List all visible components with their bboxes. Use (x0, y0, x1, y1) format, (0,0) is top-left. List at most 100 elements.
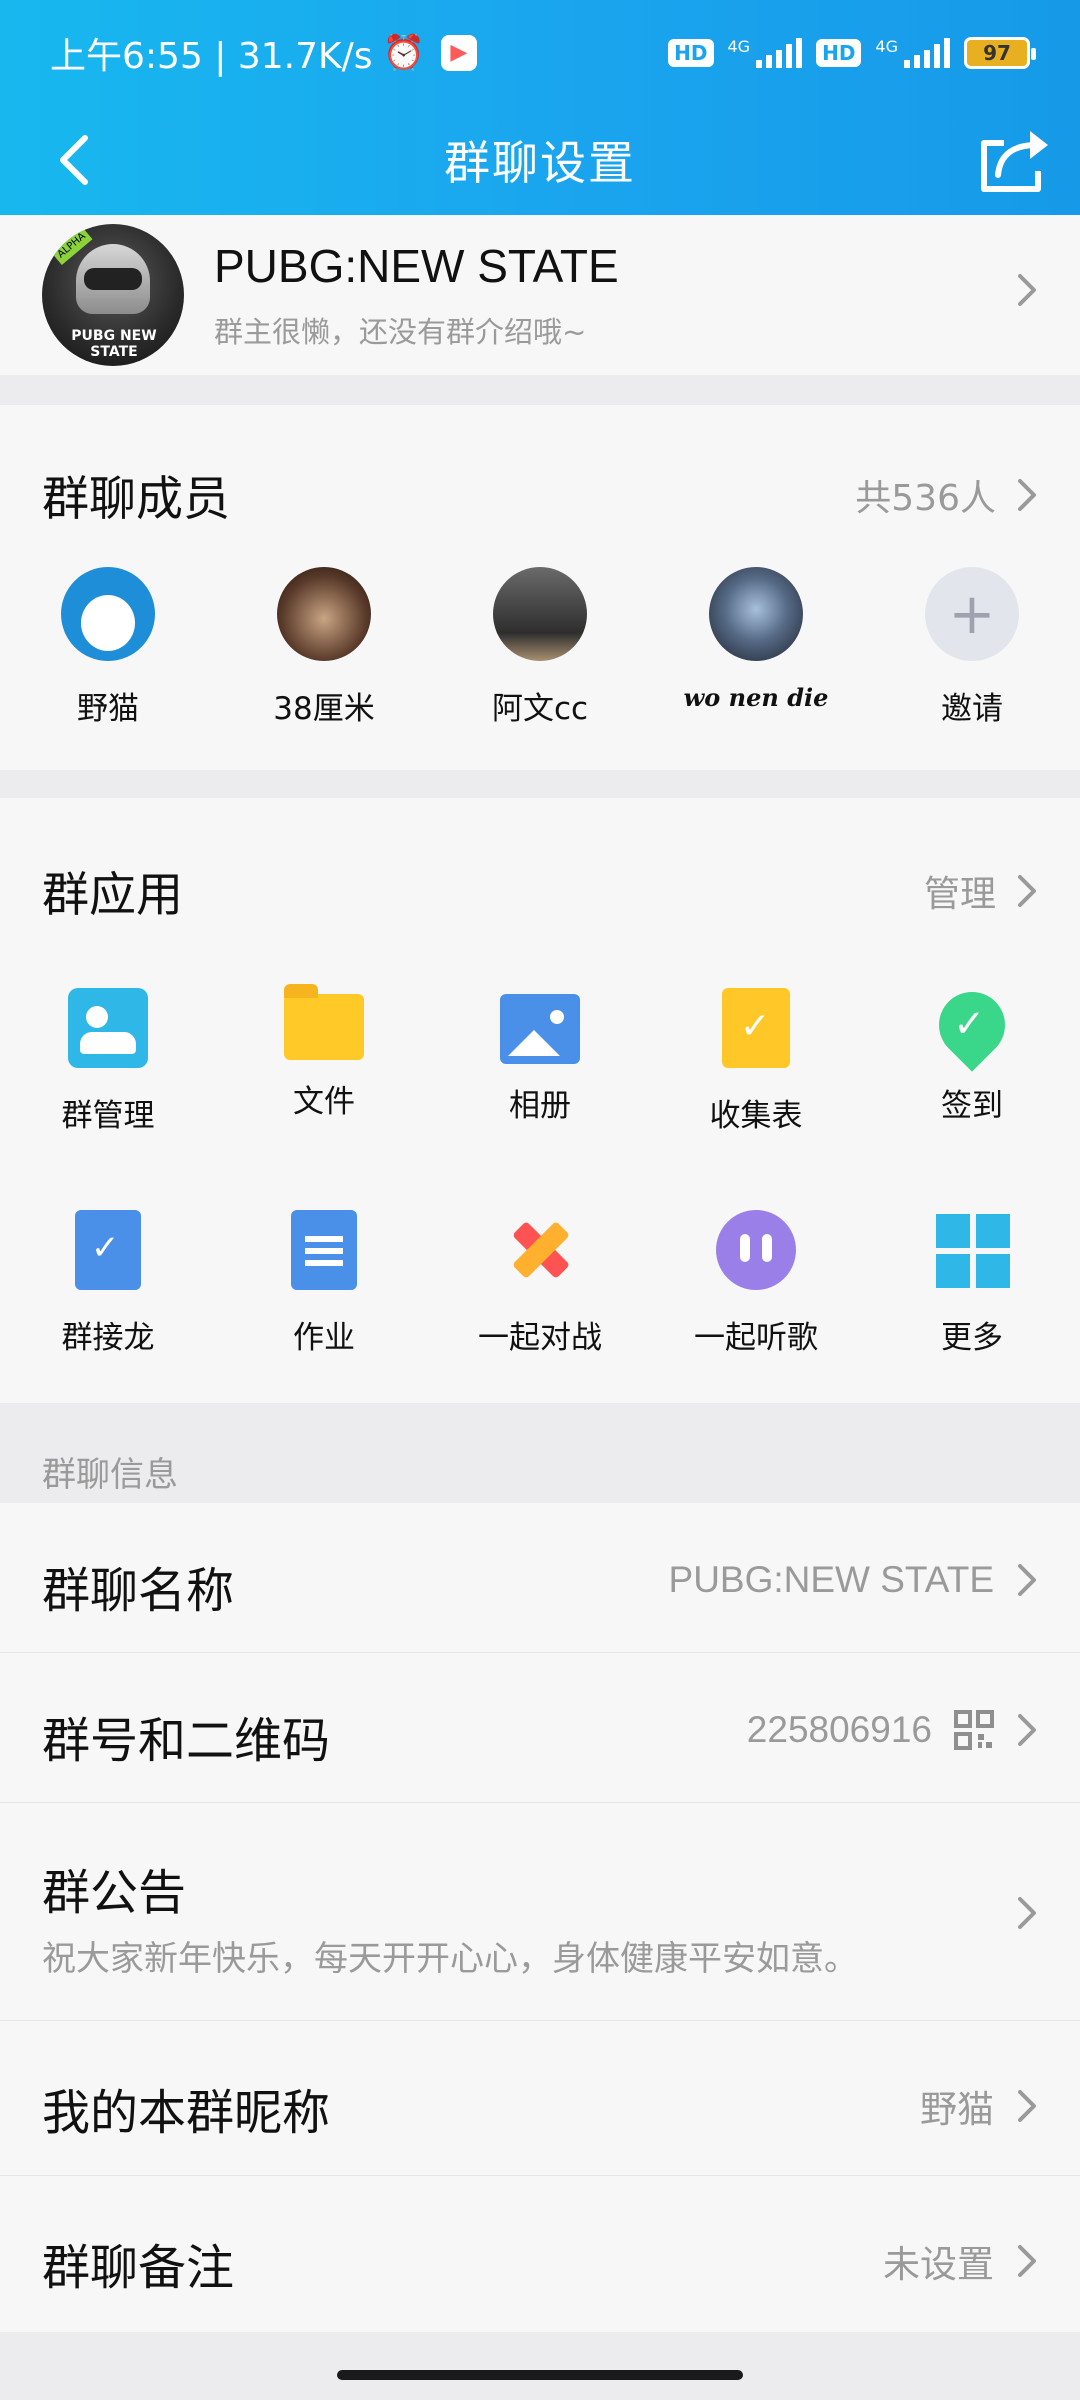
nav-bar: 群聊设置 (0, 105, 1080, 215)
app-label: 更多 (941, 1320, 1003, 1356)
app-label: 文件 (293, 1084, 355, 1120)
avatar (493, 567, 587, 661)
group-number-row[interactable]: 群号和二维码 225806916 (0, 1653, 1080, 1803)
app-battle[interactable]: 一起对战 (432, 1210, 648, 1357)
status-time: 上午6:55 | 31.7K/s (50, 35, 373, 77)
info-section-label: 群聊信息 (42, 1455, 178, 1495)
row-value: 未设置 (883, 2243, 994, 2286)
app-check-in[interactable]: 签到 (864, 978, 1080, 1135)
bottom-band (0, 2332, 1080, 2400)
app-more[interactable]: 更多 (864, 1210, 1080, 1357)
avatar (709, 567, 803, 661)
app-label: 签到 (941, 1088, 1003, 1124)
app-music[interactable]: 一起听歌 (648, 1210, 864, 1357)
app-label: 一起听歌 (694, 1320, 818, 1356)
member-item[interactable]: wo nen die (648, 567, 864, 728)
member-name: wo nen die (683, 683, 829, 712)
chevron-right-icon (1016, 272, 1038, 318)
group-description: 群主很懒，还没有群介绍哦~ (214, 315, 587, 349)
member-name: 野猫 (77, 691, 139, 727)
signal-icon (756, 37, 803, 68)
home-indicator[interactable] (337, 2370, 743, 2380)
app-label: 相册 (509, 1088, 571, 1124)
music-icon (716, 1210, 796, 1290)
divider (0, 375, 1080, 405)
plus-icon: + (925, 567, 1019, 661)
group-manage-icon (68, 988, 148, 1068)
share-button[interactable] (974, 123, 1054, 199)
battery-icon: 97 (964, 36, 1036, 69)
group-profile[interactable]: ALPHA PUBG NEW STATE PUBG:NEW STATE 群主很懒… (0, 215, 1080, 375)
visor-shape (84, 268, 142, 290)
group-name-row[interactable]: 群聊名称 PUBG:NEW STATE (0, 1503, 1080, 1653)
chevron-right-icon (1018, 1897, 1036, 1929)
announcement-row[interactable]: 群公告 祝大家新年快乐，每天开开心心，身体健康平安如意。 (0, 1803, 1080, 2021)
avatar-logo: PUBG NEW STATE (71, 328, 157, 360)
group-remark-row[interactable]: 群聊备注 未设置 (0, 2176, 1080, 2332)
member-list: 野猫 38厘米 阿文cc wo nen die + 邀请 (0, 567, 1080, 728)
battery-level: 97 (983, 40, 1011, 65)
app-label: 收集表 (709, 1098, 803, 1134)
app-grid-row-2: 群接龙 作业 一起对战 一起听歌 更多 (0, 1210, 1080, 1357)
members-title: 群聊成员 (42, 472, 230, 527)
signal-icon-2 (904, 37, 950, 68)
invite-button[interactable]: + 邀请 (864, 567, 1080, 728)
check-in-icon (925, 978, 1019, 1072)
header: 上午6:55 | 31.7K/s ⏰ ▶ HD 4G HD 4G 97 群聊设置 (0, 0, 1080, 215)
app-label: 群管理 (61, 1098, 155, 1134)
app-homework[interactable]: 作业 (216, 1210, 432, 1357)
apps-header[interactable]: 群应用 管理 (42, 856, 1038, 925)
app-label: 作业 (293, 1320, 355, 1356)
group-name: PUBG:NEW STATE (214, 240, 619, 292)
members-header[interactable]: 群聊成员 共536人 (42, 460, 1038, 529)
group-number: 225806916 (746, 1709, 932, 1750)
chevron-right-icon (1018, 1564, 1036, 1596)
app-files[interactable]: 文件 (216, 984, 432, 1135)
app-group-manage[interactable]: 群管理 (0, 988, 216, 1135)
app-label: 群接龙 (61, 1320, 155, 1356)
member-count: 共536人 (855, 477, 996, 519)
my-nickname-row[interactable]: 我的本群昵称 野猫 (0, 2021, 1080, 2176)
row-label: 我的本群昵称 (42, 2085, 331, 2141)
member-item[interactable]: 阿文cc (432, 567, 648, 728)
apps-section: 群应用 管理 群管理 文件 相册 收集表 签到 群接龙 (0, 798, 1080, 1403)
alarm-icon: ⏰ (382, 32, 425, 73)
chevron-right-icon (1018, 478, 1036, 511)
member-item[interactable]: 38厘米 (216, 567, 432, 728)
network-label-2: 4G (875, 36, 898, 56)
homework-icon (291, 1210, 357, 1290)
member-name: 阿文cc (491, 691, 589, 727)
row-label: 群公告 (42, 1865, 187, 1921)
share-icon (981, 131, 1048, 192)
avatar (61, 567, 155, 661)
network-label: 4G (727, 36, 751, 56)
row-label: 群号和二维码 (42, 1713, 331, 1769)
app-grid-row-1: 群管理 文件 相册 收集表 签到 (0, 978, 1080, 1135)
folder-icon (284, 984, 364, 1060)
members-section: 群聊成员 共536人 野猫 38厘米 阿文cc wo nen die + 邀请 (0, 405, 1080, 770)
group-avatar: ALPHA PUBG NEW STATE (42, 224, 184, 366)
chevron-left-icon (60, 135, 88, 185)
app-album[interactable]: 相册 (432, 988, 648, 1135)
hd-badge: HD (668, 38, 714, 67)
status-bar: 上午6:55 | 31.7K/s ⏰ ▶ HD 4G HD 4G 97 (0, 0, 1080, 105)
row-label: 群聊备注 (42, 2240, 235, 2296)
chevron-right-icon (1018, 874, 1036, 907)
chevron-right-icon (1018, 2090, 1036, 2122)
relay-icon (75, 1210, 141, 1290)
apps-manage-link: 管理 (923, 873, 996, 915)
row-label: 群聊名称 (42, 1563, 235, 1619)
row-value: PUBG:NEW STATE (668, 1559, 994, 1600)
battle-icon (500, 1210, 580, 1290)
apps-title: 群应用 (42, 868, 183, 923)
member-item[interactable]: 野猫 (0, 567, 216, 728)
member-name: 38厘米 (273, 691, 375, 727)
back-button[interactable] (40, 125, 110, 195)
divider (0, 770, 1080, 798)
info-section-header: 群聊信息 (0, 1403, 1080, 1503)
row-value: 野猫 (920, 2088, 994, 2131)
invite-label: 邀请 (941, 691, 1003, 727)
app-relay[interactable]: 群接龙 (0, 1210, 216, 1357)
play-icon: ▶ (440, 34, 477, 71)
app-collect-form[interactable]: 收集表 (648, 988, 864, 1135)
